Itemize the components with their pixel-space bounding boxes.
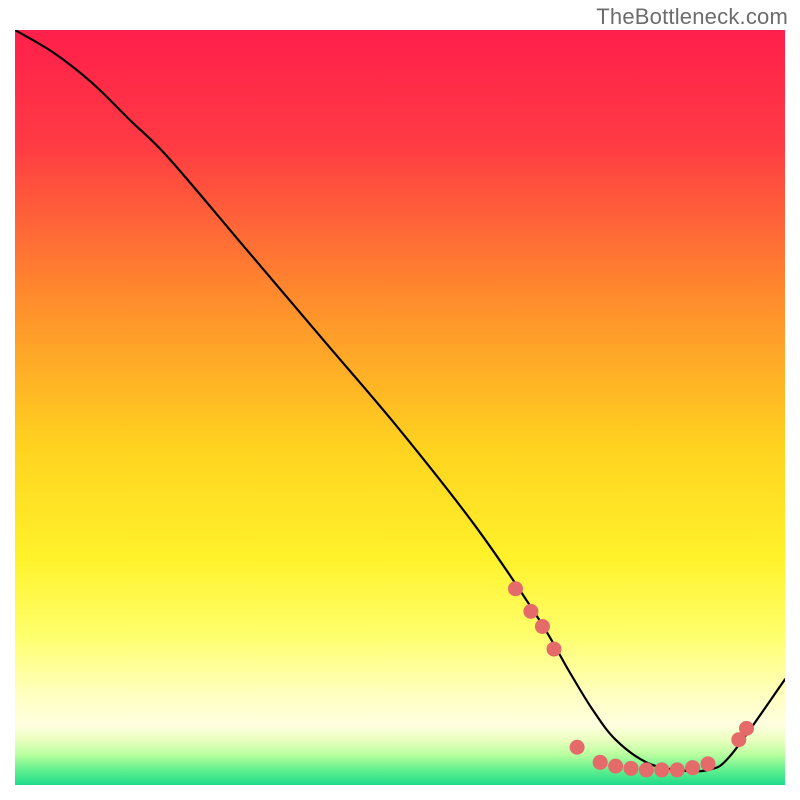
chart-container: TheBottleneck.com	[0, 0, 800, 800]
highlight-point	[535, 619, 550, 634]
highlight-point	[508, 581, 523, 596]
highlight-point	[608, 759, 623, 774]
chart-svg	[15, 30, 785, 785]
highlight-point	[570, 740, 585, 755]
highlight-point	[701, 756, 716, 771]
highlight-point	[639, 762, 654, 777]
highlight-point	[523, 604, 538, 619]
highlight-point	[685, 760, 700, 775]
highlight-point	[593, 755, 608, 770]
highlight-point	[624, 761, 639, 776]
highlight-point	[739, 721, 754, 736]
highlight-point	[670, 762, 685, 777]
plot-area	[15, 30, 785, 785]
highlight-point	[547, 642, 562, 657]
gradient-background	[15, 30, 785, 785]
highlight-point	[654, 762, 669, 777]
watermark-text: TheBottleneck.com	[596, 4, 788, 30]
